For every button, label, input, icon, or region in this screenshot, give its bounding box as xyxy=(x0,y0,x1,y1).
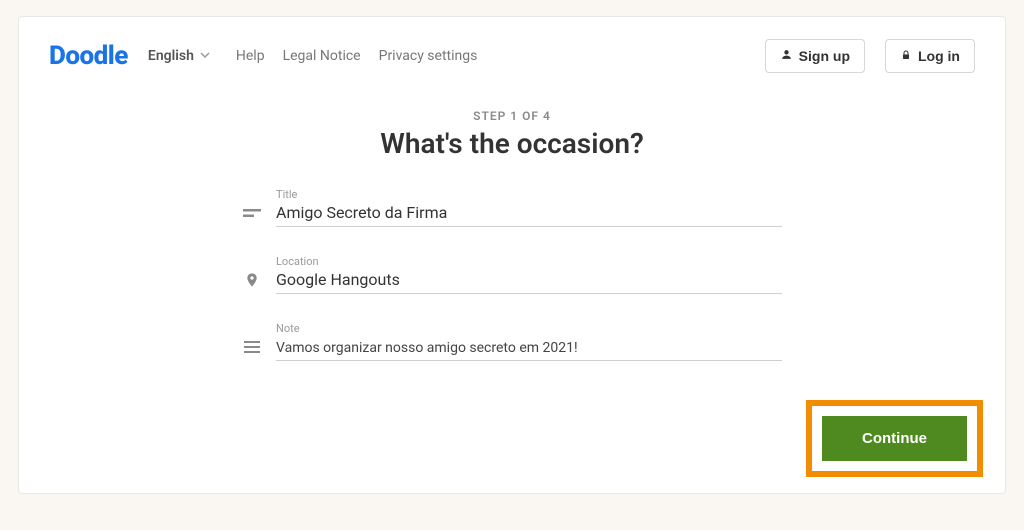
signup-label: Sign up xyxy=(799,48,850,64)
note-label: Note xyxy=(276,322,782,335)
nav-legal-notice[interactable]: Legal Notice xyxy=(283,48,361,64)
title-input[interactable] xyxy=(276,203,782,222)
page-title: What's the occasion? xyxy=(49,127,975,160)
language-selector[interactable]: English xyxy=(148,48,210,64)
continue-button[interactable]: Continue xyxy=(822,416,967,461)
location-input[interactable] xyxy=(276,270,782,289)
title-icon xyxy=(242,203,262,223)
signup-button[interactable]: Sign up xyxy=(765,39,865,73)
note-input[interactable] xyxy=(276,340,782,356)
nav-help[interactable]: Help xyxy=(236,48,265,64)
title-label: Title xyxy=(276,188,782,201)
login-button[interactable]: Log in xyxy=(885,39,975,73)
location-pin-icon xyxy=(242,270,262,290)
login-label: Log in xyxy=(918,48,960,64)
location-label: Location xyxy=(276,255,782,268)
chevron-down-icon xyxy=(200,48,210,64)
user-icon xyxy=(780,48,793,64)
language-label: English xyxy=(148,48,194,64)
step-indicator: STEP 1 OF 4 xyxy=(49,109,975,123)
note-icon xyxy=(242,337,262,357)
doodle-logo: Doodle xyxy=(49,41,128,71)
lock-icon xyxy=(900,48,912,64)
nav-privacy-settings[interactable]: Privacy settings xyxy=(379,48,478,64)
continue-highlight: Continue xyxy=(806,400,983,477)
